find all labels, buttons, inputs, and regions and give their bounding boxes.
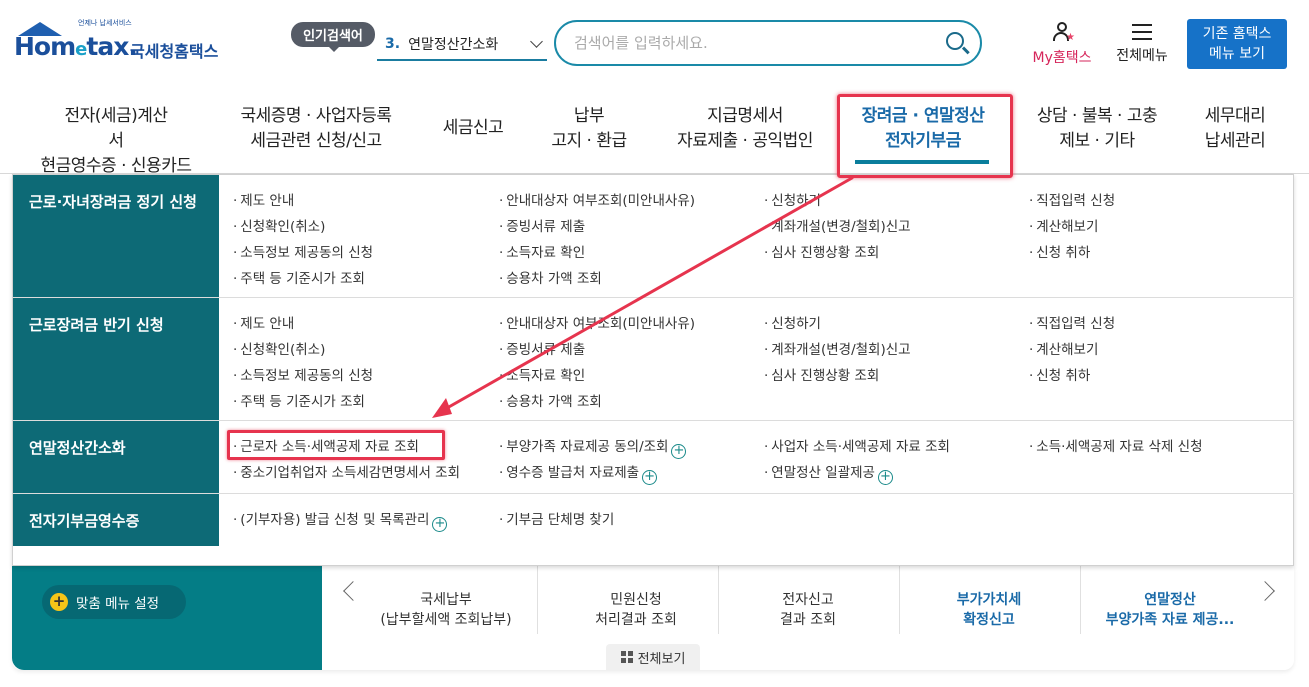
menu-group-half-year: 근로장려금 반기 신청 · 제도 안내 · 안내대상자 여부조회(미안내사유) · 신… (13, 298, 1294, 421)
popular-term: 연말정산간소화 (408, 36, 499, 53)
search-box (554, 20, 982, 66)
service-national-tax-payment[interactable]: 국세납부 (납부할세액 조회납부) (356, 590, 536, 630)
user-icon: ★ (1052, 22, 1075, 43)
popular-search-badge: 인기검색어 (291, 22, 375, 52)
category-label: 근로·자녀장려금 정기 신청 (13, 175, 219, 297)
logo-korean: 국세청홈택스 (130, 42, 219, 61)
service-vat-final[interactable]: 부가가치세 확정신고 (899, 590, 1079, 630)
classic-menu-button[interactable]: 기존 홈택스 메뉴 보기 (1187, 19, 1287, 69)
plus-icon: + (50, 593, 68, 611)
menu-link[interactable]: · 중소기업취업자 소득세감면명세서 조회 (233, 461, 460, 481)
menu-link[interactable]: · 계산해보기 (1029, 215, 1098, 235)
menu-link[interactable]: · 부양가족 자료제공 동의/조회 + (499, 435, 687, 459)
grid-icon (620, 651, 633, 663)
service-e-filing-result[interactable]: 전자신고 결과 조회 (718, 590, 898, 630)
popular-search-dropdown[interactable]: 3. 연말정산간소화 (377, 28, 547, 61)
menu-link[interactable]: · 소득자료 확인 (499, 241, 585, 261)
menu-link[interactable]: · 소득정보 제공동의 신청 (233, 364, 373, 384)
menu-link[interactable]: · 승용차 가액 조회 (499, 390, 602, 410)
menu-link[interactable]: · 직접입력 신청 (1029, 312, 1115, 332)
divider (537, 566, 538, 634)
menu-link[interactable]: · 신청하기 (764, 312, 821, 332)
menu-link[interactable]: · 계산해보기 (1029, 338, 1098, 358)
nav-e-invoice[interactable]: 전자(세금)계산서 현금영수증 · 신용카드 (41, 104, 192, 179)
plus-icon[interactable]: + (642, 470, 658, 485)
menu-link[interactable]: · 신청 취하 (1029, 241, 1090, 261)
menu-link[interactable]: · 승용차 가액 조회 (499, 267, 602, 287)
menu-group-regular: 근로·자녀장려금 정기 신청 · 제도 안내 · 안내대상자 여부조회(미안내사유)… (13, 175, 1294, 298)
nav-certificates[interactable]: 국세증명 · 사업자등록 세금관련 신청/신고 (236, 104, 396, 154)
service-civil-result[interactable]: 민원신청 처리결과 조회 (546, 590, 726, 630)
menu-link[interactable]: · 안내대상자 여부조회(미안내사유) (499, 189, 695, 209)
see-all-button[interactable]: 전체보기 (606, 644, 700, 670)
menu-group-yearend-simplified: 연말정산간소화 · 근로자 소득·세액공제 자료 조회 · 부양가족 자료제공 동의… (13, 421, 1294, 494)
annotation-highlight-box (837, 94, 1013, 178)
menu-group-e-donation: 전자기부금영수증 · (기부자용) 발급 신청 및 목록관리 + · 기부금 단체명 … (13, 494, 1294, 566)
header: 언제나 납세서비스 Hometax. 국세청홈택스 인기검색어 3. 연말정산간… (0, 0, 1309, 90)
search-input[interactable] (574, 32, 924, 54)
menu-link[interactable]: · 영수증 발급처 자료제출 + (499, 461, 658, 485)
nav-payment[interactable]: 납부 고지 · 환급 (546, 104, 632, 154)
category-label: 전자기부금영수증 (13, 494, 219, 546)
plus-icon[interactable]: + (432, 517, 448, 532)
category-label: 연말정산간소화 (13, 421, 219, 493)
menu-link[interactable]: · 신청확인(취소) (233, 338, 325, 358)
menu-link[interactable]: · (기부자용) 발급 신청 및 목록관리 + (233, 508, 448, 532)
menu-link[interactable]: · 소득정보 제공동의 신청 (233, 241, 373, 261)
menu-link[interactable]: · 기부금 단체명 찾기 (499, 508, 614, 528)
hometax-logo[interactable]: 언제나 납세서비스 Hometax. 국세청홈택스 (14, 18, 234, 70)
all-menu-label: 전체메뉴 (1116, 48, 1168, 64)
menu-link[interactable]: · 신청하기 (764, 189, 821, 209)
popular-rank: 3. (385, 35, 401, 52)
category-label: 근로장려금 반기 신청 (13, 298, 219, 420)
logo-tagline: 언제나 납세서비스 (78, 19, 132, 27)
quick-services: + 맞춤 메뉴 설정 국세납부 (납부할세액 조회납부) 민원신청 처리결과 조회 … (12, 566, 1294, 670)
search-icon[interactable] (946, 32, 964, 50)
all-menu-button[interactable]: 전체메뉴 (1110, 22, 1174, 68)
custom-menu-area: + 맞춤 메뉴 설정 (12, 566, 322, 670)
menu-link[interactable]: · 계좌개설(변경/철회)신고 (764, 338, 911, 358)
plus-icon[interactable]: + (877, 470, 893, 485)
annotation-highlight-box (227, 430, 445, 460)
menu-link[interactable]: · 신청확인(취소) (233, 215, 325, 235)
menu-link[interactable]: · 심사 진행상황 조회 (764, 364, 879, 384)
menu-link[interactable]: · 소득자료 확인 (499, 364, 585, 384)
main-nav: 전자(세금)계산서 현금영수증 · 신용카드 국세증명 · 사업자등록 세금관련 신… (0, 90, 1309, 176)
nav-payment-statement[interactable]: 지급명세서 자료제출 · 공익법인 (672, 104, 818, 154)
hamburger-icon (1132, 24, 1152, 40)
mega-menu-panel: 근로·자녀장려금 정기 신청 · 제도 안내 · 안내대상자 여부조회(미안내사유)… (12, 174, 1294, 566)
menu-link[interactable]: · 제도 안내 (233, 312, 294, 332)
menu-link[interactable]: · 직접입력 신청 (1029, 189, 1115, 209)
menu-link[interactable]: · 소득·세액공제 자료 삭제 신청 (1029, 435, 1203, 455)
menu-link[interactable]: · 주택 등 기준시가 조회 (233, 267, 365, 287)
my-hometax-label: My홈택스 (1032, 50, 1092, 66)
menu-link[interactable]: · 계좌개설(변경/철회)신고 (764, 215, 911, 235)
menu-link[interactable]: · 제도 안내 (233, 189, 294, 209)
menu-link[interactable]: · 안내대상자 여부조회(미안내사유) (499, 312, 695, 332)
plus-icon[interactable]: + (671, 444, 687, 459)
service-yearend-dependent[interactable]: 연말정산 부양가족 자료 제공... (1080, 590, 1260, 630)
menu-link[interactable]: · 증빙서류 제출 (499, 215, 585, 235)
menu-link[interactable]: · 증빙서류 제출 (499, 338, 585, 358)
menu-link[interactable]: · 주택 등 기준시가 조회 (233, 390, 365, 410)
chevron-down-icon (530, 35, 543, 48)
menu-link[interactable]: · 사업자 소득·세액공제 자료 조회 (764, 435, 950, 455)
custom-menu-settings-button[interactable]: + 맞춤 메뉴 설정 (42, 585, 186, 619)
menu-link[interactable]: · 심사 진행상황 조회 (764, 241, 879, 261)
nav-tax-agent[interactable]: 세무대리 납세관리 (1198, 104, 1272, 154)
menu-link[interactable]: · 신청 취하 (1029, 364, 1090, 384)
nav-tax-filing[interactable]: 세금신고 (436, 116, 510, 141)
nav-consultation[interactable]: 상담 · 불복 · 고충 제보 · 기타 (1028, 104, 1166, 154)
logo-wordmark: Hometax. (14, 32, 138, 61)
menu-link[interactable]: · 연말정산 일괄제공 + (764, 461, 893, 485)
my-hometax-button[interactable]: ★ My홈택스 (1026, 22, 1098, 68)
